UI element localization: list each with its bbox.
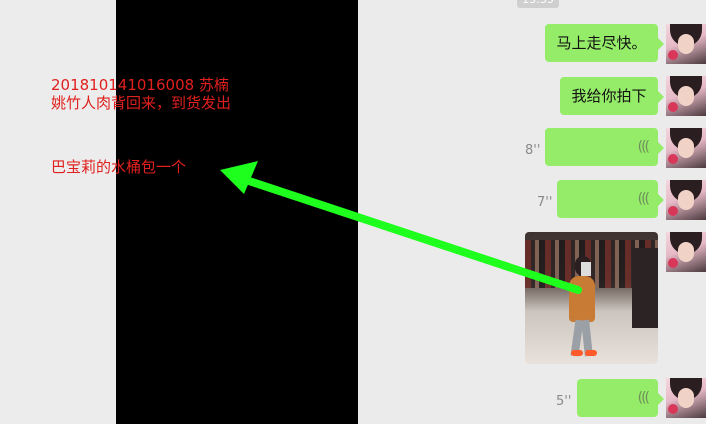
- avatar[interactable]: [666, 76, 706, 116]
- chat-bubble-voice[interactable]: (((: [577, 379, 664, 417]
- voice-wave-icon: (((: [637, 139, 650, 155]
- voice-wave-icon: (((: [637, 191, 650, 207]
- chat-bubble-text[interactable]: 马上走尽快。: [545, 24, 664, 62]
- chat-bubble-text[interactable]: 我给你拍下: [560, 77, 664, 115]
- avatar[interactable]: [666, 128, 706, 168]
- annotation-item-line: 巴宝莉的水桶包一个: [51, 158, 187, 176]
- avatar[interactable]: [666, 378, 706, 418]
- annotation-order-line: 201810141016008 苏楠: [51, 76, 229, 94]
- voice-duration: 5'': [556, 394, 572, 409]
- black-panel: [116, 0, 358, 424]
- avatar[interactable]: [666, 24, 706, 64]
- annotation-note-line: 姚竹人肉背回来，到货发出: [51, 94, 232, 112]
- avatar[interactable]: [666, 232, 706, 272]
- avatar[interactable]: [666, 180, 706, 220]
- left-blank-panel: [0, 0, 116, 424]
- chat-image-photo[interactable]: [525, 232, 658, 364]
- voice-wave-icon: (((: [637, 390, 650, 406]
- chat-bubble-voice[interactable]: (((: [545, 128, 664, 166]
- chat-timestamp: 13:35: [517, 0, 559, 8]
- voice-duration: 8'': [525, 143, 541, 158]
- chat-bubble-voice[interactable]: (((: [557, 180, 664, 218]
- voice-duration: 7'': [537, 195, 553, 210]
